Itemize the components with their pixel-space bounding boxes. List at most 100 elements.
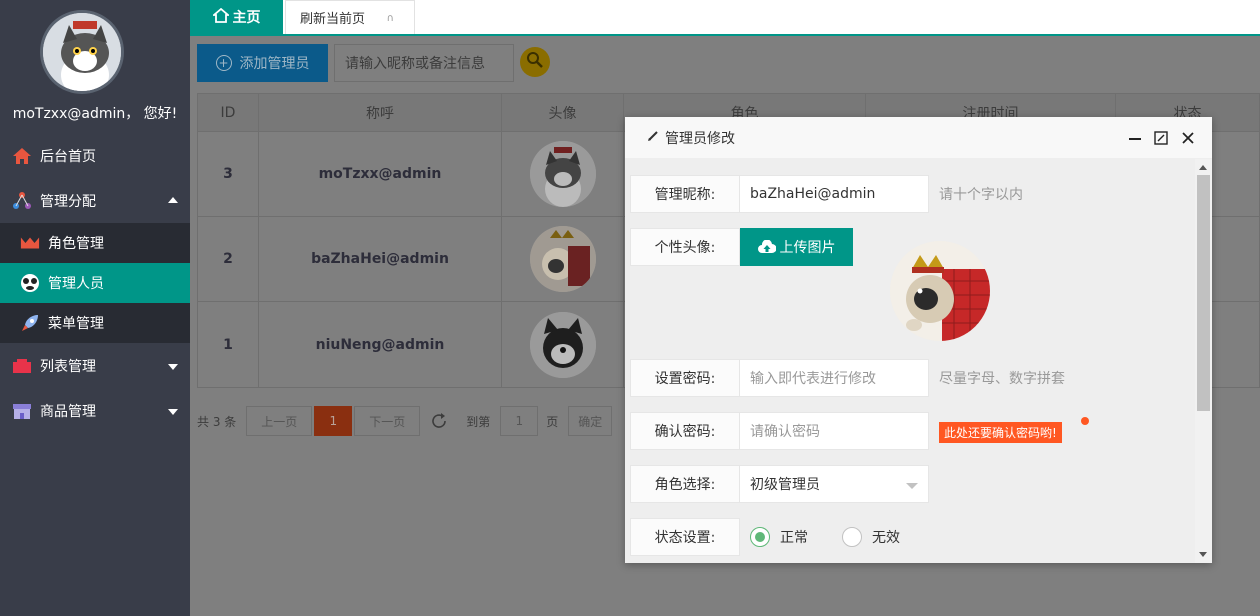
role-label: 角色选择: (630, 465, 740, 503)
sidebar-item-label: 菜单管理 (48, 316, 104, 332)
cloud-upload-icon (757, 240, 776, 254)
maximize-icon[interactable] (1151, 117, 1171, 159)
confirm-warning-tip: 此处还要确认密码哟! (939, 421, 1062, 443)
pager-goto-label: 到第 (466, 414, 491, 429)
password-input[interactable]: 输入即代表进行修改 (740, 359, 929, 397)
pager-next-button[interactable]: 下一页 (354, 406, 421, 436)
chevron-up-icon (168, 196, 178, 203)
warning-dot-icon (1081, 417, 1089, 425)
status-radio-invalid[interactable]: 无效 (842, 527, 900, 547)
sidebar-item-home[interactable]: 后台首页 (0, 133, 190, 178)
col-id: ID (198, 94, 259, 131)
refresh-icon[interactable] (430, 412, 448, 430)
pager-total: 共 3 条 (197, 414, 237, 429)
dialog-header: 管理员修改 (625, 117, 1212, 159)
status-label: 状态设置: (630, 518, 740, 556)
pager-current-page[interactable]: 1 (314, 406, 353, 436)
sidebar-item-label: 角色管理 (48, 236, 104, 252)
add-admin-label: 添加管理员 (239, 56, 310, 72)
close-icon[interactable] (1178, 117, 1198, 159)
search-button[interactable] (520, 47, 550, 77)
confirm-label: 确认密码: (630, 412, 740, 450)
pager-prev-button[interactable]: 上一页 (246, 406, 313, 436)
pager-page-input[interactable]: 1 (500, 406, 539, 436)
tab-home[interactable]: 主页 (190, 0, 283, 34)
cell-name: baZhaHei@admin (259, 217, 502, 301)
password-label: 设置密码: (630, 359, 740, 397)
cell-id: 3 (198, 132, 259, 216)
sidebar-item-label: 管理分配 (40, 193, 96, 210)
status-invalid-label: 无效 (872, 530, 900, 546)
dialog-body: 管理昵称: baZhaHei@admin 请十个字以内 个性头像: 上传图片 设… (625, 159, 1195, 563)
home-icon (211, 7, 230, 27)
admin-edit-dialog: 管理员修改 管理昵称: baZhaHei@admin 请十个字以内 个性头像: … (625, 117, 1212, 563)
col-avatar: 头像 (502, 94, 624, 131)
role-selected-value: 初级管理员 (750, 477, 820, 493)
sidebar-item-list[interactable]: 列表管理 (0, 343, 190, 388)
tab-close-icon[interactable]: ∩ (387, 13, 394, 24)
network-icon (12, 191, 32, 211)
pagination: 共 3 条 上一页 1 下一页 到第 1 页 确定 (197, 405, 613, 437)
sidebar-item-label: 后台首页 (40, 148, 96, 165)
sidebar-item-goods[interactable]: 商品管理 (0, 388, 190, 433)
cell-name: niuNeng@admin (259, 302, 502, 387)
field-role: 角色选择: 初级管理员 (630, 465, 929, 503)
scroll-up-icon[interactable] (1199, 165, 1207, 170)
list-icon (12, 356, 32, 376)
tab-label: 主页 (232, 10, 261, 26)
sidebar-item-role[interactable]: 角色管理 (0, 223, 190, 263)
minimize-icon[interactable] (1125, 117, 1145, 159)
add-admin-button[interactable]: + 添加管理员 (197, 44, 328, 82)
role-select[interactable]: 初级管理员 (740, 465, 929, 503)
nickname-hint: 请十个字以内 (939, 187, 1023, 203)
rocket-icon (20, 313, 40, 333)
plus-icon: + (215, 55, 232, 71)
status-radio-normal[interactable]: 正常 (750, 527, 808, 547)
cell-id: 2 (198, 217, 259, 301)
password-hint: 尽量字母、数字拼套 (939, 371, 1065, 387)
sidebar-item-label: 列表管理 (40, 358, 96, 375)
nickname-label: 管理昵称: (630, 175, 740, 213)
sidebar-item-admin-allocation[interactable]: 管理分配 (0, 178, 190, 223)
admin-icon (20, 273, 40, 293)
row-avatar (529, 226, 596, 292)
sidebar-item-menu[interactable]: 菜单管理 (0, 303, 190, 343)
scrollbar-thumb[interactable] (1197, 175, 1210, 411)
role-icon (20, 233, 40, 253)
radio-checked-icon (750, 527, 770, 547)
chevron-down-icon (168, 408, 178, 415)
sidebar-submenu: 角色管理 管理人员 菜单管理 (0, 223, 190, 343)
row-avatar (529, 141, 596, 207)
field-password: 设置密码: 输入即代表进行修改 尽量字母、数字拼套 (630, 359, 1065, 397)
shop-icon (12, 401, 32, 421)
search-placeholder: 请输入昵称或备注信息 (345, 56, 485, 72)
cell-id: 1 (198, 302, 259, 387)
search-icon (526, 51, 544, 73)
user-avatar[interactable] (40, 10, 124, 94)
tab-label: 刷新当前页 (300, 12, 366, 27)
tab-bar: 主页 刷新当前页 ∩ (190, 0, 1260, 36)
tab-refresh[interactable]: 刷新当前页 ∩ (285, 0, 415, 34)
chevron-down-icon (168, 363, 178, 370)
upload-image-button[interactable]: 上传图片 (740, 228, 853, 266)
sidebar-item-admins[interactable]: 管理人员 (0, 263, 190, 303)
dialog-scrollbar[interactable] (1195, 159, 1212, 563)
status-normal-label: 正常 (780, 530, 808, 546)
search-input[interactable]: 请输入昵称或备注信息 (334, 44, 514, 82)
scroll-down-icon[interactable] (1199, 552, 1207, 557)
pencil-icon (647, 130, 659, 145)
sidebar-nav: 后台首页 管理分配 角色管理 管理人员 菜单管理 列表管理 商品管理 (0, 133, 190, 433)
nickname-input[interactable]: baZhaHei@admin (740, 175, 929, 213)
col-name: 称呼 (259, 94, 502, 131)
confirm-password-input[interactable]: 请确认密码 (740, 412, 929, 450)
sidebar-item-label: 商品管理 (40, 403, 96, 420)
sidebar-item-label: 管理人员 (48, 276, 104, 292)
avatar-label: 个性头像: (630, 228, 740, 266)
field-confirm-password: 确认密码: 请确认密码 此处还要确认密码哟! (630, 412, 1062, 450)
cell-name: moTzxx@admin (259, 132, 502, 216)
greeting-text: moTzxx@admin， 您好! (12, 106, 178, 122)
cell-avatar (502, 302, 624, 387)
cell-avatar (502, 217, 624, 301)
row-avatar (529, 311, 596, 378)
pager-confirm-button[interactable]: 确定 (568, 406, 613, 436)
